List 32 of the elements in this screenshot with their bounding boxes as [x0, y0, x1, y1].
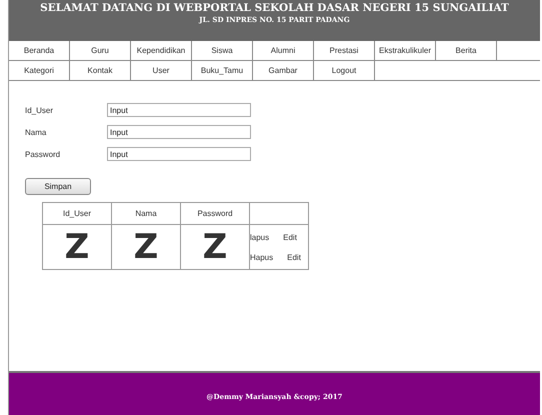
site-title: SELAMAT DATANG DI WEBPORTAL SEKOLAH DASAR NEGERI 15 SUNGAILIAT — [40, 2, 509, 14]
field-label: Id_User — [25, 106, 54, 114]
input-field[interactable]: Input — [107, 147, 251, 161]
input-field[interactable]: Input — [107, 103, 251, 117]
menu-link[interactable]: Siswa — [192, 41, 253, 60]
menu-link[interactable]: Gambar — [253, 61, 314, 80]
menu-link[interactable]: Guru — [70, 41, 131, 60]
menu-link[interactable]: Beranda — [9, 41, 70, 60]
column-header: Nama — [112, 202, 180, 224]
field-label: Nama — [25, 128, 48, 136]
menu-link[interactable]: Kontak — [70, 61, 131, 80]
menu-link[interactable]: Prestasi — [314, 41, 375, 60]
column-header: Id_User — [42, 202, 112, 224]
menu-link[interactable]: Ekstrakulikuler — [375, 41, 436, 60]
table-cell: Z — [64, 227, 90, 267]
column-header: Password — [180, 202, 250, 224]
table-cell: Z — [134, 227, 158, 267]
menu-link[interactable]: Kategori — [9, 61, 70, 80]
save-button[interactable]: Simpan — [25, 178, 91, 195]
input-field[interactable]: Input — [107, 125, 251, 139]
menu-link[interactable]: Alumni — [253, 41, 314, 60]
action-link[interactable]: Edit — [283, 232, 297, 242]
field-label: Password — [25, 150, 62, 158]
action-link[interactable]: lapus — [250, 232, 270, 242]
action-link[interactable]: Hapus — [250, 252, 274, 262]
action-link[interactable]: Edit — [287, 252, 301, 262]
menu-link[interactable]: Kependidikan — [131, 41, 192, 60]
table-cell: Z — [202, 227, 228, 267]
menu-link[interactable]: Logout — [314, 61, 375, 80]
menu-link[interactable]: Berita — [436, 41, 497, 60]
menu-link[interactable]: User — [131, 61, 192, 80]
menu-link[interactable]: Buku_Tamu — [192, 61, 253, 80]
